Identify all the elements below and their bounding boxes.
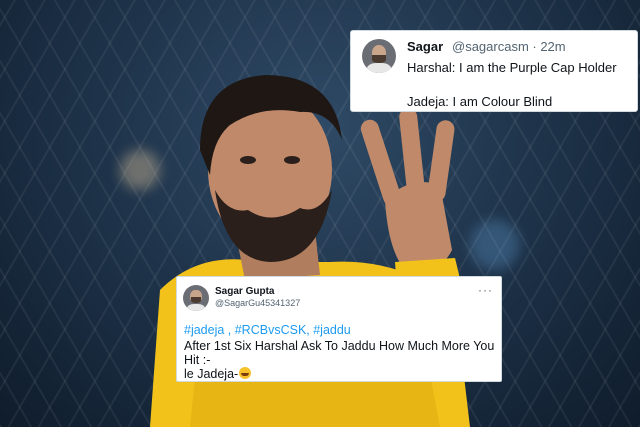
eye xyxy=(284,156,300,164)
tweet-author-handle[interactable]: @SagarGu45341327 xyxy=(215,298,300,308)
tweet-author-name[interactable]: Sagar Gupta xyxy=(215,286,274,297)
tweet-card-bottom[interactable]: Sagar Gupta @SagarGu45341327 ··· #jadeja… xyxy=(176,276,502,382)
rofl-emoji-icon xyxy=(239,367,252,379)
tweet-text-line-3: le Jadeja- xyxy=(184,367,239,381)
avatar[interactable] xyxy=(183,285,209,311)
tweet-card-top[interactable]: Sagar @sagarcasm · 22m Harshal: I am the… xyxy=(350,30,638,112)
eye xyxy=(240,156,256,164)
tweet-text-line: After 1st Six Harshal Ask To Jaddu How M… xyxy=(184,339,495,353)
avatar[interactable] xyxy=(362,39,396,73)
tweet-text-line: Harshal: I am the Purple Cap Holder xyxy=(407,60,617,75)
more-icon[interactable]: ··· xyxy=(478,283,493,297)
tweet-text-line: Hit :- xyxy=(184,353,211,367)
tweet-author-name[interactable]: Sagar xyxy=(407,39,443,54)
finger xyxy=(427,120,455,202)
tweet-hashtags[interactable]: #jadeja , #RCBvsCSK, #jaddu xyxy=(184,323,351,337)
tweet-text-line: Jadeja: I am Colour Blind xyxy=(407,94,553,109)
tweet-author-handle[interactable]: @sagarcasm · 22m xyxy=(452,39,566,54)
finger xyxy=(399,108,425,198)
tweet-text-line: le Jadeja- xyxy=(184,367,252,381)
finger xyxy=(360,119,402,207)
